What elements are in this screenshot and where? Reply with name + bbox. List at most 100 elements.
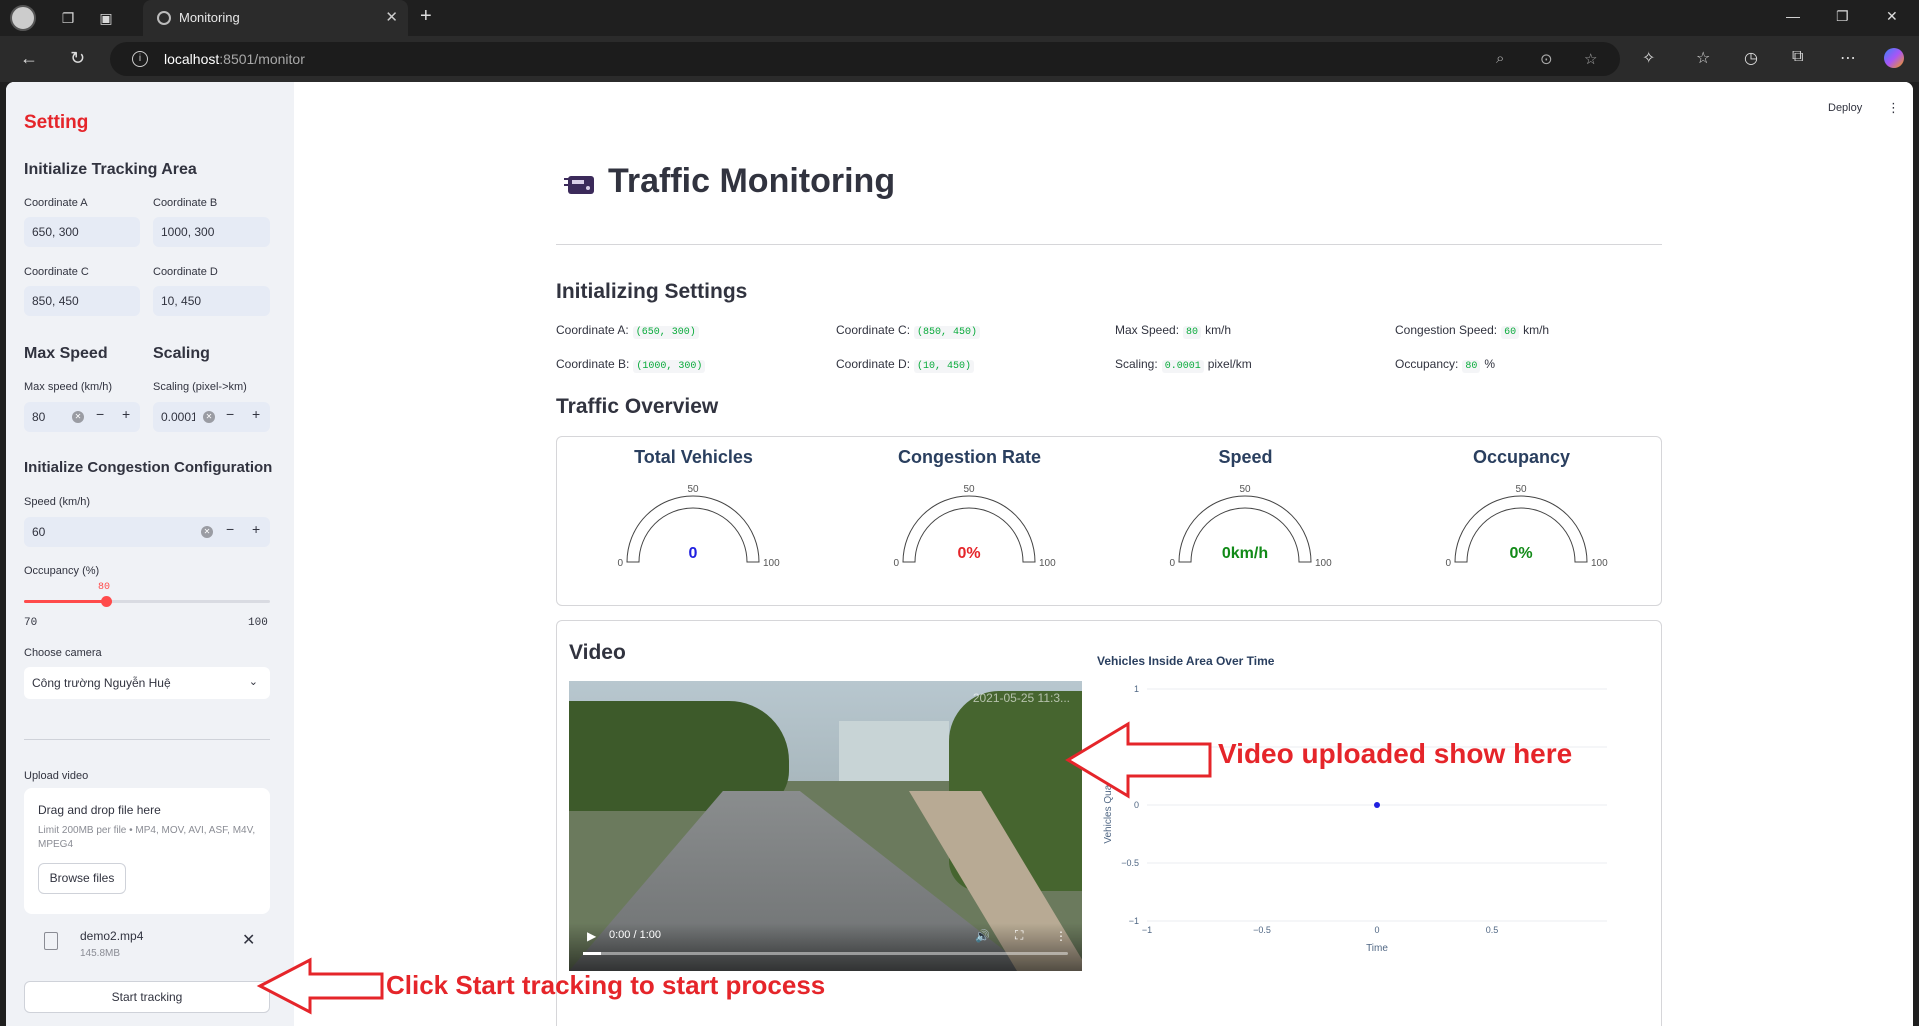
- more-menu-icon[interactable]: ⋯: [1840, 48, 1856, 68]
- coord-a-label: Coordinate A: [24, 197, 88, 209]
- gauge-max-label: 100: [763, 558, 780, 569]
- extensions-icon[interactable]: ✧: [1642, 48, 1655, 68]
- max-speed-stepper[interactable]: 80 ✕ − +: [24, 402, 140, 432]
- volume-icon[interactable]: 🔊: [975, 929, 990, 943]
- reload-icon[interactable]: ↻: [70, 48, 85, 69]
- congestion-speed-clear-icon[interactable]: ✕: [201, 526, 213, 538]
- address-bar[interactable]: i localhost:8501/monitor ⌕ ⊙ ☆: [110, 42, 1620, 76]
- gauge-title: Speed: [1218, 447, 1273, 467]
- occupancy-slider[interactable]: [24, 596, 270, 607]
- occupancy-slider-value: 80: [98, 582, 111, 593]
- gauge-mid-label: 50: [1515, 484, 1527, 495]
- congestion-speed-label: Speed (km/h): [24, 496, 91, 508]
- vertical-tabs-icon[interactable]: ▣: [94, 6, 118, 30]
- scaling-decrement[interactable]: −: [226, 406, 234, 422]
- play-icon[interactable]: ▶: [587, 929, 596, 943]
- scaling-stepper[interactable]: 0.0001 ✕ − +: [153, 402, 270, 432]
- setting-coord-b: Coordinate B: (1000, 300): [556, 357, 709, 373]
- camera-select[interactable]: Công trường Nguyễn Huệ ⌄: [24, 667, 270, 699]
- file-icon: [44, 932, 58, 950]
- max-speed-clear-icon[interactable]: ✕: [72, 411, 84, 423]
- setting-coord-d: Coordinate D: (10, 450): [836, 357, 978, 373]
- gauge-total-vehicles: Total Vehicles 0 50 100 0: [557, 437, 830, 577]
- gauge-value: 0%: [957, 545, 980, 562]
- coord-c-input[interactable]: 850, 450: [24, 286, 140, 316]
- screenshot-icon[interactable]: ⧉: [1792, 48, 1803, 66]
- main-menu-icon[interactable]: ⋮: [1887, 100, 1900, 116]
- fullscreen-icon[interactable]: ⛶: [1015, 928, 1023, 943]
- congestion-speed-decrement[interactable]: −: [226, 521, 234, 537]
- main-content: Deploy ⋮ Traffic Monitoring Initializing…: [294, 82, 1913, 1026]
- reading-view-icon[interactable]: ⊙: [1540, 50, 1553, 68]
- minimize-icon[interactable]: —: [1786, 8, 1800, 24]
- video-player[interactable]: 2021-05-25 11:3... ▶ 0:00 / 1:00 🔊 ⛶ ⋮: [569, 681, 1082, 971]
- occupancy-max: 100: [248, 617, 268, 629]
- occupancy-min: 70: [24, 617, 38, 629]
- gauge-max-label: 100: [1591, 558, 1608, 569]
- video-progress[interactable]: [583, 952, 1068, 955]
- gauge-mid-label: 50: [963, 484, 975, 495]
- history-icon[interactable]: ◷: [1744, 48, 1758, 68]
- favorite-star-icon[interactable]: ☆: [1584, 50, 1597, 68]
- coord-b-input[interactable]: 1000, 300: [153, 217, 270, 247]
- camera-selected: Công trường Nguyễn Huệ: [32, 676, 171, 690]
- back-icon[interactable]: ←: [20, 48, 38, 69]
- video-more-icon[interactable]: ⋮: [1055, 929, 1067, 943]
- tab-close-icon[interactable]: ✕: [385, 8, 398, 26]
- sidebar-divider: [24, 739, 270, 740]
- coord-a-input[interactable]: 650, 300: [24, 217, 140, 247]
- file-dropzone[interactable]: Drag and drop file here Limit 200MB per …: [24, 788, 270, 914]
- chevron-down-icon: ⌄: [248, 676, 258, 688]
- chart-y-tick: −0.5: [1121, 858, 1139, 868]
- coord-d-input[interactable]: 10, 450: [153, 286, 270, 316]
- gauge-title: Congestion Rate: [897, 447, 1041, 467]
- chart-x-tick: 0.5: [1486, 925, 1499, 935]
- gauge-dial: 0 50 100 0%: [893, 484, 1056, 569]
- camera-emoji-icon: [564, 176, 594, 194]
- max-speed-increment[interactable]: +: [122, 406, 130, 422]
- workspaces-icon[interactable]: ❐: [56, 6, 80, 30]
- setting-coord-c: Coordinate C: (850, 450): [836, 323, 984, 339]
- chart-y-tick: −1: [1129, 916, 1139, 926]
- scaling-clear-icon[interactable]: ✕: [203, 411, 215, 423]
- vehicles-chart: Vehicles Inside Area Over Time 1 0.5 0 −0.5 −…: [1097, 654, 1607, 954]
- tab-favicon-icon: [157, 11, 171, 25]
- browse-files-button[interactable]: Browse files: [38, 863, 126, 894]
- page-title: Traffic Monitoring: [608, 162, 896, 200]
- max-speed-value[interactable]: 80: [24, 402, 64, 432]
- deploy-button[interactable]: Deploy: [1828, 102, 1862, 114]
- tab-title: Monitoring: [179, 10, 240, 25]
- occupancy-slider-thumb[interactable]: [101, 596, 112, 607]
- setting-max-speed: Max Speed: 80 km/h: [1115, 323, 1232, 339]
- max-speed-decrement[interactable]: −: [96, 406, 104, 422]
- favorites-icon[interactable]: ☆: [1696, 48, 1710, 68]
- gauge-min-label: 0: [617, 558, 623, 569]
- tracking-area-heading: Initialize Tracking Area: [24, 161, 197, 178]
- congestion-speed-increment[interactable]: +: [252, 521, 260, 537]
- zoom-icon[interactable]: ⌕: [1496, 50, 1504, 67]
- chart-title: Vehicles Inside Area Over Time: [1097, 654, 1275, 668]
- copilot-icon[interactable]: [1884, 48, 1904, 68]
- sidebar-title: Setting: [24, 112, 89, 133]
- gauge-occupancy: Occupancy 0 50 100 0%: [1385, 437, 1658, 577]
- url-text: localhost:8501/monitor: [164, 51, 305, 67]
- congestion-speed-value[interactable]: 60: [24, 517, 184, 547]
- setting-coord-a: Coordinate A: (650, 300): [556, 323, 703, 339]
- remove-file-icon[interactable]: ✕: [242, 930, 255, 950]
- scaling-increment[interactable]: +: [252, 406, 260, 422]
- occupancy-label: Occupancy (%): [24, 565, 100, 577]
- close-window-icon[interactable]: ✕: [1886, 8, 1898, 25]
- max-speed-label: Max speed (km/h): [24, 381, 113, 393]
- start-tracking-button[interactable]: Start tracking: [24, 981, 270, 1013]
- gauge-title: Total Vehicles: [634, 447, 753, 467]
- congestion-speed-stepper[interactable]: 60 ✕ − +: [24, 517, 270, 547]
- tab-monitoring[interactable]: Monitoring ✕: [143, 0, 408, 36]
- restore-icon[interactable]: ❐: [1836, 8, 1849, 25]
- scaling-heading: Scaling: [153, 345, 210, 362]
- site-info-icon[interactable]: i: [132, 51, 148, 67]
- address-toolbar: ← ↻ i localhost:8501/monitor ⌕ ⊙ ☆ ✧ ☆ ◷…: [0, 36, 1919, 82]
- uploaded-file-name: demo2.mp4: [80, 929, 144, 943]
- profile-avatar[interactable]: [10, 5, 36, 31]
- new-tab-button[interactable]: +: [420, 5, 432, 28]
- scaling-value[interactable]: 0.0001: [153, 402, 195, 432]
